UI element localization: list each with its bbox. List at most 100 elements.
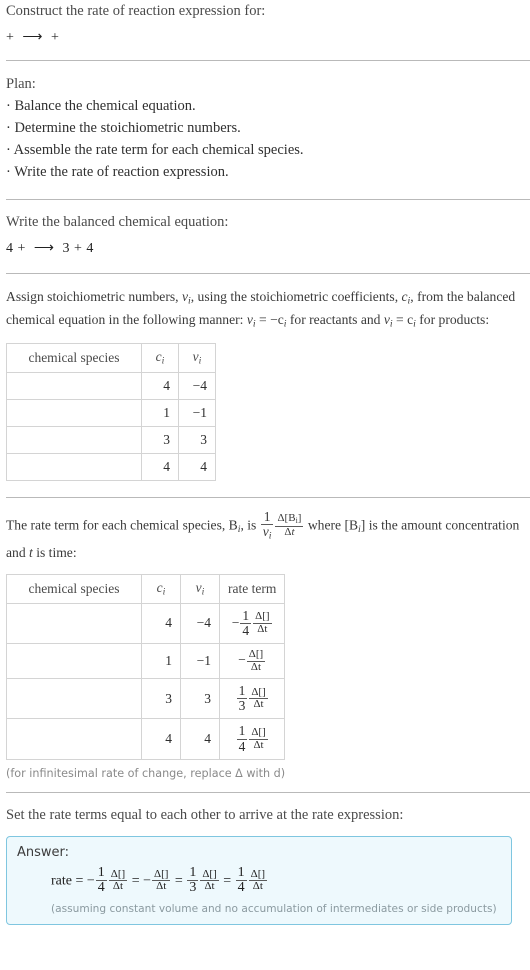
fraction-numerator: Δ[]: [248, 647, 264, 660]
rate-expression: rate = −1 4 Δ[] Δt = − Δ[] Δt = 1 3 Δ[] Δt = 14Δ…: [17, 864, 501, 896]
rate-term-paragraph: The rate term for each chemical species,…: [6, 509, 524, 564]
species-name: [6, 371, 142, 400]
reactant-relation: = −c: [259, 312, 284, 328]
fraction-denominator: Δt: [253, 622, 272, 636]
sign: −: [231, 614, 240, 630]
rate-term-expression: −1 4 Δ[] Δt: [218, 602, 286, 644]
fraction-numerator: Δ[]: [250, 867, 266, 880]
fraction-denominator: 4: [235, 880, 247, 896]
delta-concentration-fraction: Δ[Bi] Δt: [275, 512, 304, 538]
fraction-denominator: 4: [95, 880, 107, 896]
fraction-denominator: Δt: [246, 660, 266, 674]
delta-fraction: Δ[] Δt: [253, 610, 272, 636]
stoichiometric-paragraph: Assign stoichiometric numbers, νi, using…: [6, 286, 524, 333]
species-name: [6, 425, 142, 454]
table-row: 4 −4: [6, 371, 216, 400]
fraction-numerator: 1: [97, 864, 105, 880]
rate-term-expression: 1 4 Δ[] Δt: [218, 718, 286, 760]
rate-text-b: , is: [240, 516, 260, 532]
fraction-numerator: Δ[]: [251, 726, 266, 739]
plan-item-rate-term: · Assemble the rate term for each chemic…: [6, 141, 304, 158]
coefficient-value: 1: [141, 642, 181, 680]
rate-term-expression: − Δ[] Δt: [218, 642, 286, 680]
infinitesimal-footnote: (for infinitesimal rate of change, repla…: [6, 766, 286, 780]
rate-term-table: chemical species ci νi rate term 4 −4 −1…: [6, 573, 286, 760]
table-row: 4 4 1 4 Δ[] Δt: [6, 718, 286, 760]
stoichiometric-number: 4: [178, 452, 216, 481]
fraction-numerator: Δ[]: [251, 685, 266, 698]
fraction-denominator: Δt: [200, 880, 219, 893]
rate-term-expression: 1 3 Δ[] Δt: [218, 678, 286, 720]
sign: −: [238, 652, 246, 668]
fraction-numerator: Δ[]: [110, 867, 126, 880]
coefficient-fraction: 14: [235, 865, 247, 896]
plan-item-rate-expression: · Write the rate of reaction expression.: [6, 163, 229, 180]
delta-fraction: Δ[] Δt: [152, 867, 171, 893]
species-name: [6, 602, 142, 644]
fraction-denominator: Δt: [249, 738, 268, 752]
coefficient-fraction: 14: [236, 724, 248, 753]
equals-sign: =: [131, 873, 140, 889]
equals-sign: =: [223, 873, 232, 889]
fraction-denominator: Δt: [248, 880, 268, 893]
fraction-denominator: Δt: [108, 880, 128, 893]
table-header-row: chemical species ci νi rate term: [6, 573, 286, 604]
header-c: ci: [141, 342, 179, 373]
stoichiometric-number: −4: [178, 371, 216, 400]
sign: −: [143, 873, 152, 889]
delta-fraction: Δ[] Δt: [248, 867, 268, 893]
fraction-denominator: 3: [236, 698, 248, 714]
stoichiometric-number: 3: [178, 425, 216, 454]
coefficient-fraction: 13: [236, 683, 248, 714]
stoichiometric-number: 3: [180, 678, 220, 720]
species-name: [6, 398, 142, 427]
plan-heading: Plan:: [6, 75, 36, 92]
fraction-numerator: Δ[]: [154, 867, 169, 880]
stoichiometric-number: −1: [178, 398, 216, 427]
stoichiometric-table: chemical species ci νi 4 −4 1 −1 3 3 4 4: [6, 342, 216, 481]
table-row: 1 −1 − Δ[] Δt: [6, 642, 286, 680]
coefficient-value: 4: [141, 602, 181, 644]
header-nu: νi: [178, 342, 216, 373]
header-c: ci: [141, 573, 181, 604]
stoich-text-1: Assign stoichiometric numbers,: [6, 288, 182, 304]
table-row: 4 −4 −1 4 Δ[] Δt: [6, 602, 286, 644]
stoich-text-4: for reactants and: [286, 312, 384, 328]
species-name: [6, 452, 142, 481]
coefficient-value: 4: [141, 371, 179, 400]
species-name: [6, 678, 142, 720]
stoich-text-5: for products:: [415, 312, 490, 328]
fraction-numerator: Δ[]: [255, 610, 270, 623]
delta-fraction: Δ[] Δt: [200, 867, 219, 893]
assumption-note: (assuming constant volume and no accumul…: [51, 903, 497, 916]
table-row: 3 3 1 3 Δ[] Δt: [6, 678, 286, 720]
fraction-numerator: 1: [189, 864, 197, 880]
stoichiometric-number: 4: [180, 718, 220, 760]
species-name: [6, 718, 142, 760]
fraction-denominator: νi: [260, 523, 274, 542]
fraction-numerator: Δ[Bi]: [277, 512, 302, 526]
fraction-numerator: Δ[]: [202, 867, 217, 880]
rate-word: rate: [51, 873, 72, 889]
final-heading: Set the rate terms equal to each other t…: [6, 806, 404, 823]
table-row: 3 3: [6, 425, 216, 454]
plan-item-balance: · Balance the chemical equation.: [6, 97, 196, 114]
header-chemical-species: chemical species: [6, 573, 142, 604]
equals-sign: =: [75, 873, 84, 889]
stoichiometric-number: −1: [180, 642, 220, 680]
answer-box: Answer: rate = −1 4 Δ[] Δt = − Δ[] Δt = 1 3 Δ[]…: [6, 835, 512, 926]
delta-fraction: Δ[] Δt: [246, 647, 266, 674]
species-name: [6, 642, 142, 680]
fraction-denominator: 4: [240, 622, 252, 638]
fraction-numerator: 1: [238, 683, 246, 699]
plan-item-stoichiometric: · Determine the stoichiometric numbers.: [6, 119, 241, 136]
